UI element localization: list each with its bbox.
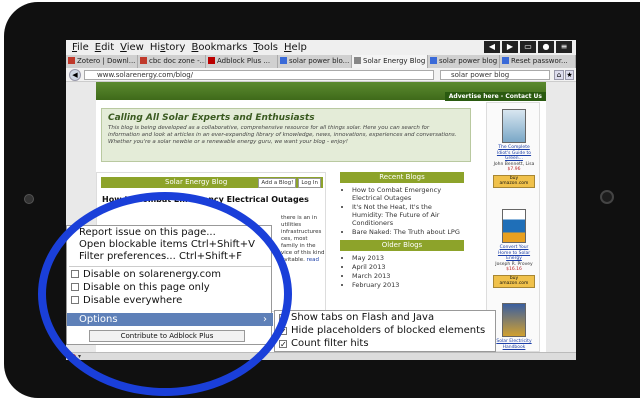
page-icon bbox=[354, 57, 361, 64]
add-blog-button[interactable]: Add a Blog! bbox=[258, 178, 297, 188]
tablet-frame: File Edit View History Bookmarks Tools H… bbox=[0, 0, 640, 400]
book-ad[interactable]: Solar Electricity Handbook bbox=[493, 303, 535, 350]
list-icon[interactable]: ≡ bbox=[556, 41, 572, 53]
navigation-toolbar: ◀ www.solarenergy.com/blog/ solar power … bbox=[66, 68, 576, 82]
user-icon[interactable]: ● bbox=[538, 41, 554, 53]
bookmark-icon[interactable]: ★ bbox=[565, 70, 574, 80]
main-column-header: Solar Energy Blog Add a Blog! Log In bbox=[101, 177, 323, 188]
amazon-buy-button[interactable]: buy amazon.com bbox=[493, 174, 535, 188]
tab-reset-password[interactable]: Reset passwor... bbox=[500, 55, 576, 68]
back-arrow-icon[interactable]: ◀ bbox=[484, 41, 500, 53]
advertise-link[interactable]: Advertise here - Contact Us bbox=[444, 92, 546, 101]
window-icon[interactable]: ▭ bbox=[520, 41, 536, 53]
tab-solar-power-2[interactable]: solar power blog bbox=[428, 55, 500, 68]
recent-blog-link[interactable]: It's Not the Heat, It's the Humidity: Th… bbox=[352, 203, 464, 227]
menu-tools[interactable]: Tools bbox=[253, 42, 278, 53]
hide-placeholders-item[interactable]: ✓ Hide placeholders of blocked elements bbox=[279, 325, 485, 336]
highlight-circle bbox=[38, 192, 292, 396]
tab-adblock[interactable]: Adblock Plus ... bbox=[206, 55, 278, 68]
window-controls: ◀ ▶ ▭ ● ≡ bbox=[484, 41, 572, 53]
book-cover-image bbox=[502, 109, 526, 143]
archive-link[interactable]: May 2013 bbox=[352, 254, 464, 262]
home-button[interactable] bbox=[600, 190, 614, 204]
menu-view[interactable]: View bbox=[120, 42, 144, 53]
archive-link[interactable]: March 2013 bbox=[352, 272, 464, 280]
tab-strip: Zotero | Downl... cbc doc zone -... Adbl… bbox=[66, 55, 576, 68]
play-icon[interactable]: ▶ bbox=[502, 41, 518, 53]
google-icon bbox=[280, 57, 287, 64]
older-blogs-header: Older Blogs bbox=[340, 240, 464, 251]
options-submenu: ✓ Show tabs on Flash and Java ✓ Hide place… bbox=[274, 310, 496, 352]
url-input[interactable]: www.solarenergy.com/blog/ bbox=[84, 70, 434, 80]
recent-blogs-header: Recent Blogs bbox=[340, 172, 464, 183]
menu-history[interactable]: History bbox=[150, 42, 186, 53]
google-icon bbox=[502, 57, 509, 64]
cbc-icon bbox=[140, 57, 147, 64]
amazon-buy-button[interactable]: buy amazon.com bbox=[493, 274, 535, 288]
menu-edit[interactable]: Edit bbox=[95, 42, 114, 53]
search-input[interactable]: solar power blog bbox=[440, 70, 550, 80]
hero-title: Calling All Solar Experts and Enthusiast… bbox=[108, 113, 315, 123]
camera-icon bbox=[24, 194, 34, 204]
read-more-link[interactable]: read bbox=[307, 257, 319, 263]
menu-help[interactable]: Help bbox=[284, 42, 307, 53]
log-in-button[interactable]: Log In bbox=[298, 178, 321, 188]
hero-box: Calling All Solar Experts and Enthusiast… bbox=[101, 108, 471, 162]
back-button[interactable]: ◀ bbox=[69, 69, 81, 81]
tab-solar-energy-blog[interactable]: Solar Energy Blog bbox=[352, 55, 428, 68]
book-ad[interactable]: The Complete Idiot's Guide to Green... J… bbox=[493, 109, 535, 188]
older-blogs-list: May 2013 April 2013 March 2013 February … bbox=[340, 251, 464, 293]
book-cover-image bbox=[502, 303, 526, 337]
google-icon bbox=[430, 57, 437, 64]
home-icon[interactable]: ⌂ bbox=[554, 70, 564, 80]
book-cover-image bbox=[502, 209, 526, 243]
count-filter-hits-item[interactable]: ✓ Count filter hits bbox=[279, 338, 369, 349]
menu-bookmarks[interactable]: Bookmarks bbox=[191, 42, 247, 53]
show-tabs-flash-java-item[interactable]: ✓ Show tabs on Flash and Java bbox=[279, 312, 434, 323]
checkbox-checked[interactable]: ✓ bbox=[279, 340, 287, 349]
tab-solar-power-1[interactable]: solar power blo... bbox=[278, 55, 352, 68]
book-ad[interactable]: Convert Your Home to Solar Energy Joseph… bbox=[493, 209, 535, 288]
menu-file[interactable]: File bbox=[72, 42, 89, 53]
menu-bar: File Edit View History Bookmarks Tools H… bbox=[66, 40, 576, 55]
archive-link[interactable]: April 2013 bbox=[352, 263, 464, 271]
recent-blogs-list: How to Combat Emergency Electrical Outag… bbox=[340, 183, 464, 240]
post-excerpt: there is an in utilities infrastructures… bbox=[281, 215, 325, 263]
hero-text: This blog is being developed as a collab… bbox=[108, 125, 457, 145]
tab-zotero[interactable]: Zotero | Downl... bbox=[66, 55, 138, 68]
adblock-icon bbox=[208, 57, 215, 64]
archive-link[interactable]: February 2013 bbox=[352, 281, 464, 289]
recent-blog-link[interactable]: How to Combat Emergency Electrical Outag… bbox=[352, 186, 464, 202]
zotero-icon bbox=[68, 57, 75, 64]
tab-cbc[interactable]: cbc doc zone -... bbox=[138, 55, 206, 68]
recent-blog-link[interactable]: Bare Naked: The Truth about LPG bbox=[352, 228, 464, 236]
